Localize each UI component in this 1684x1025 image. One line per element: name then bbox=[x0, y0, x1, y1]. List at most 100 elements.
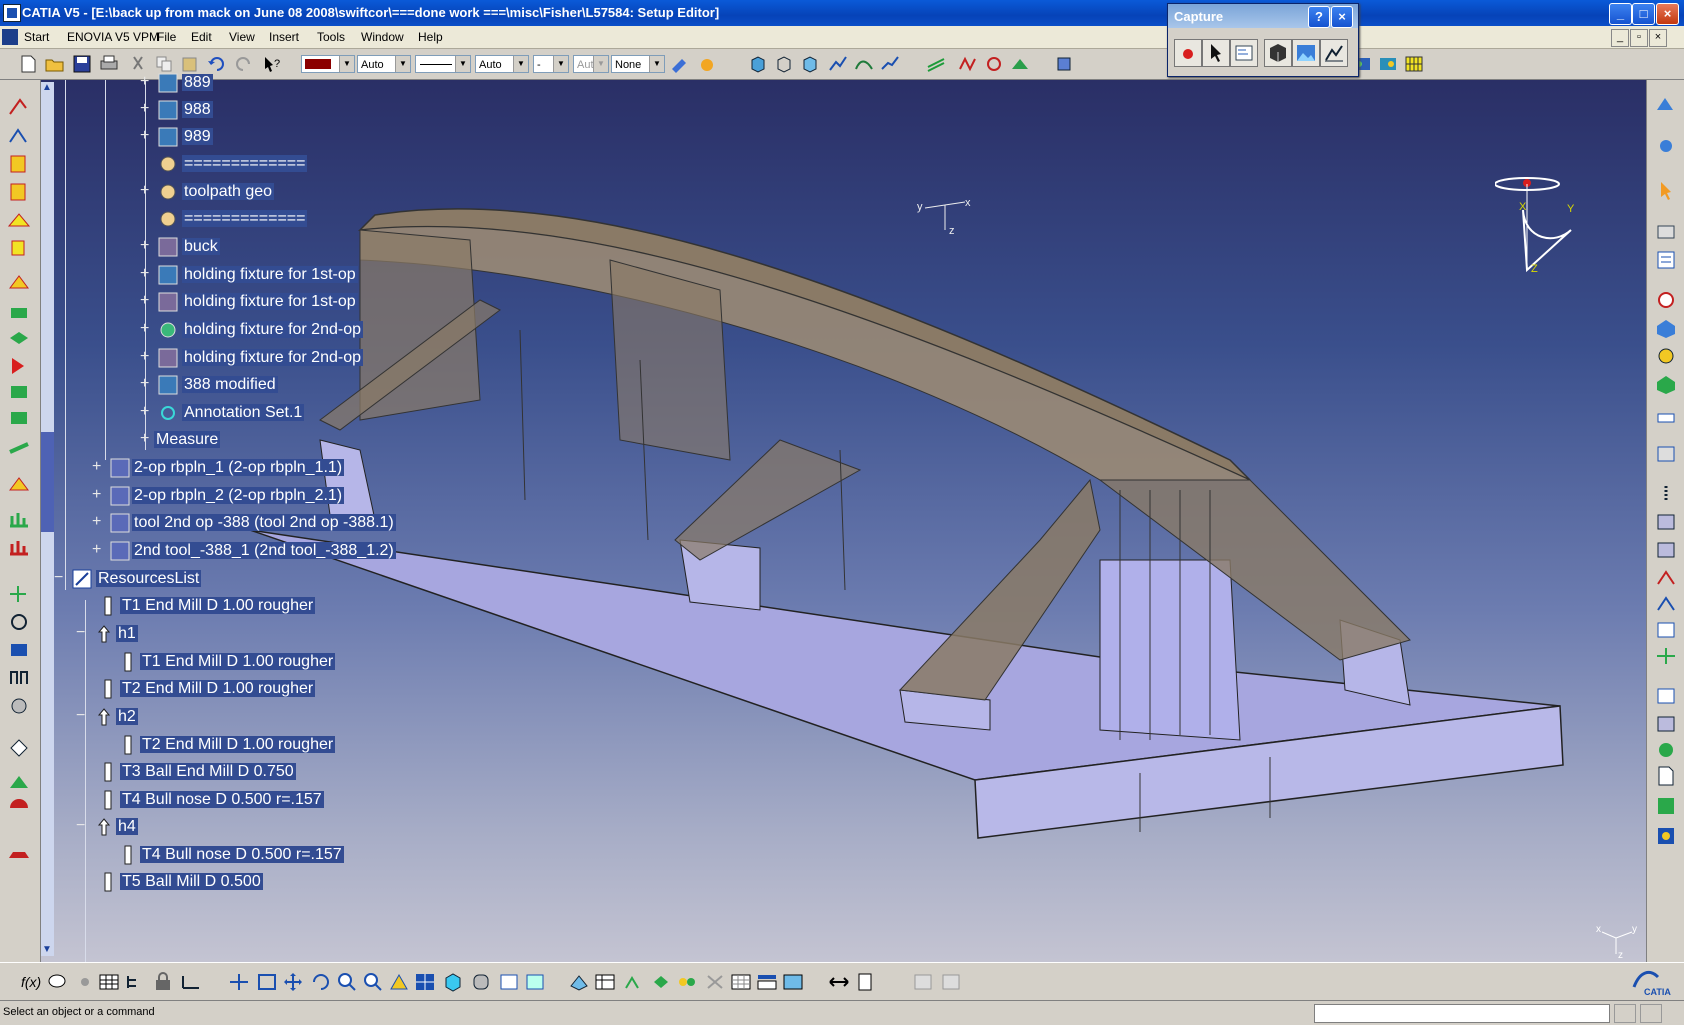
capture-album-icon[interactable] bbox=[1320, 39, 1348, 67]
graphic-properties-icon[interactable] bbox=[697, 55, 717, 73]
tools-9-icon[interactable] bbox=[1653, 738, 1679, 762]
tree-node-889[interactable]: + 889 bbox=[140, 72, 213, 94]
multi-axis-2-icon[interactable] bbox=[6, 536, 32, 560]
collapse-icon[interactable]: − bbox=[76, 818, 88, 834]
tools-1-icon[interactable] bbox=[1653, 510, 1679, 534]
layout-icon[interactable] bbox=[756, 972, 778, 992]
collapse-icon[interactable]: − bbox=[54, 570, 66, 586]
tree-node-989[interactable]: + 989 bbox=[140, 126, 213, 148]
nc-table-icon[interactable] bbox=[594, 972, 616, 992]
shading-mode-icon[interactable] bbox=[470, 972, 492, 992]
menu-window[interactable]: Window bbox=[361, 30, 404, 44]
more-tools-icon[interactable] bbox=[1653, 482, 1679, 506]
compass-icon[interactable]: X Y Z bbox=[1495, 170, 1575, 280]
menu-file[interactable]: File bbox=[157, 30, 176, 44]
view-wireframe-icon[interactable] bbox=[774, 55, 794, 73]
tools-catalog-icon[interactable] bbox=[1378, 55, 1398, 73]
expand-icon[interactable]: + bbox=[140, 404, 152, 420]
capture-3d-icon[interactable] bbox=[1264, 39, 1292, 67]
transform-operator-icon[interactable] bbox=[6, 796, 32, 820]
expand-icon[interactable]: + bbox=[92, 514, 104, 530]
tree-node-tool-2nd-op[interactable]: + tool 2nd op -388 (tool 2nd op -388.1) bbox=[92, 512, 396, 534]
lock-icon[interactable] bbox=[152, 972, 174, 992]
rotary-table-icon[interactable] bbox=[6, 638, 32, 662]
paste-icon[interactable] bbox=[180, 55, 200, 73]
tree-node-h1-t1-tool[interactable]: T1 End Mill D 1.00 rougher bbox=[118, 651, 336, 673]
scroll-down-icon[interactable]: ▼ bbox=[42, 944, 52, 955]
tree-node-t4-tool[interactable]: T4 Bull nose D 0.500 r=.157 bbox=[98, 789, 324, 811]
menu-help[interactable]: Help bbox=[418, 30, 443, 44]
tree-node-separator-2[interactable]: ============= bbox=[140, 208, 308, 230]
video-strip-icon[interactable] bbox=[1653, 794, 1679, 818]
manufacturing-program-icon[interactable] bbox=[1653, 92, 1679, 116]
tools-3-icon[interactable] bbox=[1653, 566, 1679, 590]
maximize-button[interactable]: □ bbox=[1632, 3, 1655, 25]
save-icon[interactable] bbox=[72, 55, 92, 73]
copy-transform-icon[interactable] bbox=[6, 666, 32, 690]
nc-tree-icon[interactable] bbox=[622, 972, 644, 992]
tree-node-measure[interactable]: + Measure bbox=[140, 429, 221, 451]
cut-icon[interactable] bbox=[128, 55, 148, 73]
capture-help-button[interactable]: ? bbox=[1308, 6, 1330, 28]
contour-driven-icon[interactable] bbox=[6, 354, 32, 378]
expand-icon[interactable]: + bbox=[140, 266, 152, 282]
pencil-icon[interactable] bbox=[6, 380, 32, 404]
tree-node-t1-tool[interactable]: T1 End Mill D 1.00 rougher bbox=[98, 595, 316, 617]
table-icon[interactable] bbox=[98, 972, 120, 992]
analysis-icon[interactable] bbox=[1653, 824, 1679, 848]
tree-node-t2-tool[interactable]: T2 End Mill D 1.00 rougher bbox=[98, 678, 316, 700]
mdi-close-icon[interactable]: × bbox=[1649, 29, 1667, 47]
toolpath-edit-icon[interactable] bbox=[880, 55, 900, 73]
view-iso-icon[interactable] bbox=[748, 55, 768, 73]
tree-node-resources-list[interactable]: − ResourcesList bbox=[54, 568, 202, 590]
roughing-icon[interactable] bbox=[6, 270, 32, 294]
tree-node-h4[interactable]: − h4 bbox=[76, 816, 138, 838]
rotate-icon[interactable] bbox=[310, 972, 332, 992]
tree-node-t5-tool[interactable]: T5 Ball Mill D 0.500 bbox=[98, 871, 263, 893]
tree-node-2op-rbpln-2[interactable]: + 2-op rbpln_2 (2-op rbpln_2.1) bbox=[92, 485, 345, 507]
tool-change-icon[interactable] bbox=[1054, 55, 1074, 73]
iso-view-icon[interactable] bbox=[442, 972, 464, 992]
power-input-button[interactable] bbox=[1614, 1004, 1636, 1023]
nc-geometry-icon[interactable] bbox=[650, 972, 672, 992]
record-icon[interactable] bbox=[1174, 39, 1202, 67]
disabled-tool-icon[interactable] bbox=[704, 972, 726, 992]
copy-operator-icon[interactable] bbox=[6, 770, 32, 794]
tree-node-fixture-2nd-a[interactable]: + holding fixture for 2nd-op bbox=[140, 319, 363, 341]
remove-material-icon[interactable] bbox=[6, 842, 32, 866]
machine-icon[interactable] bbox=[1653, 288, 1679, 312]
menu-enovia[interactable]: ENOVIA V5 VPM bbox=[67, 30, 159, 44]
expand-icon[interactable]: + bbox=[92, 487, 104, 503]
tree-node-2nd-tool[interactable]: + 2nd tool_-388_1 (2nd tool_-388_1.2) bbox=[92, 540, 396, 562]
document-icon[interactable] bbox=[1653, 764, 1679, 788]
knowledge-icon[interactable] bbox=[74, 972, 96, 992]
reworking-icon[interactable] bbox=[6, 472, 32, 496]
scroll-up-icon[interactable]: ▲ bbox=[42, 82, 52, 93]
formula-icon[interactable]: f(x) bbox=[20, 972, 42, 992]
power-input-field[interactable] bbox=[1314, 1004, 1610, 1023]
edit-operation-icon[interactable] bbox=[568, 972, 590, 992]
tool-change-left-icon[interactable] bbox=[6, 610, 32, 634]
tools-7-icon[interactable] bbox=[1653, 684, 1679, 708]
menu-tools[interactable]: Tools bbox=[317, 30, 345, 44]
layer-combo[interactable]: Aut ▼ bbox=[573, 55, 609, 73]
collapse-icon[interactable]: − bbox=[76, 708, 88, 724]
expand-icon[interactable]: + bbox=[92, 459, 104, 475]
tree-node-separator-1[interactable]: ============= bbox=[140, 153, 308, 175]
menu-insert[interactable]: Insert bbox=[269, 30, 299, 44]
compute-toolpath-icon[interactable] bbox=[958, 55, 978, 73]
capture-toolbar[interactable]: Capture ? × bbox=[1167, 3, 1359, 77]
tools-8-icon[interactable] bbox=[1653, 712, 1679, 736]
menu-start[interactable]: Start bbox=[24, 30, 49, 44]
tree-scrollbar[interactable]: ▲ ▼ bbox=[40, 82, 54, 956]
measure-icon[interactable] bbox=[180, 972, 202, 992]
color-combo[interactable]: ▼ bbox=[301, 55, 355, 73]
report-icon[interactable] bbox=[854, 972, 876, 992]
spiral-icon[interactable] bbox=[6, 436, 32, 460]
line-type-combo[interactable]: Auto ▼ bbox=[475, 55, 529, 73]
expand-icon[interactable]: + bbox=[140, 128, 152, 144]
menu-view[interactable]: View bbox=[229, 30, 255, 44]
tree-node-t3-tool[interactable]: T3 Ball End Mill D 0.750 bbox=[98, 761, 296, 783]
print-icon[interactable] bbox=[99, 55, 119, 73]
tools-5-icon[interactable] bbox=[1653, 618, 1679, 642]
